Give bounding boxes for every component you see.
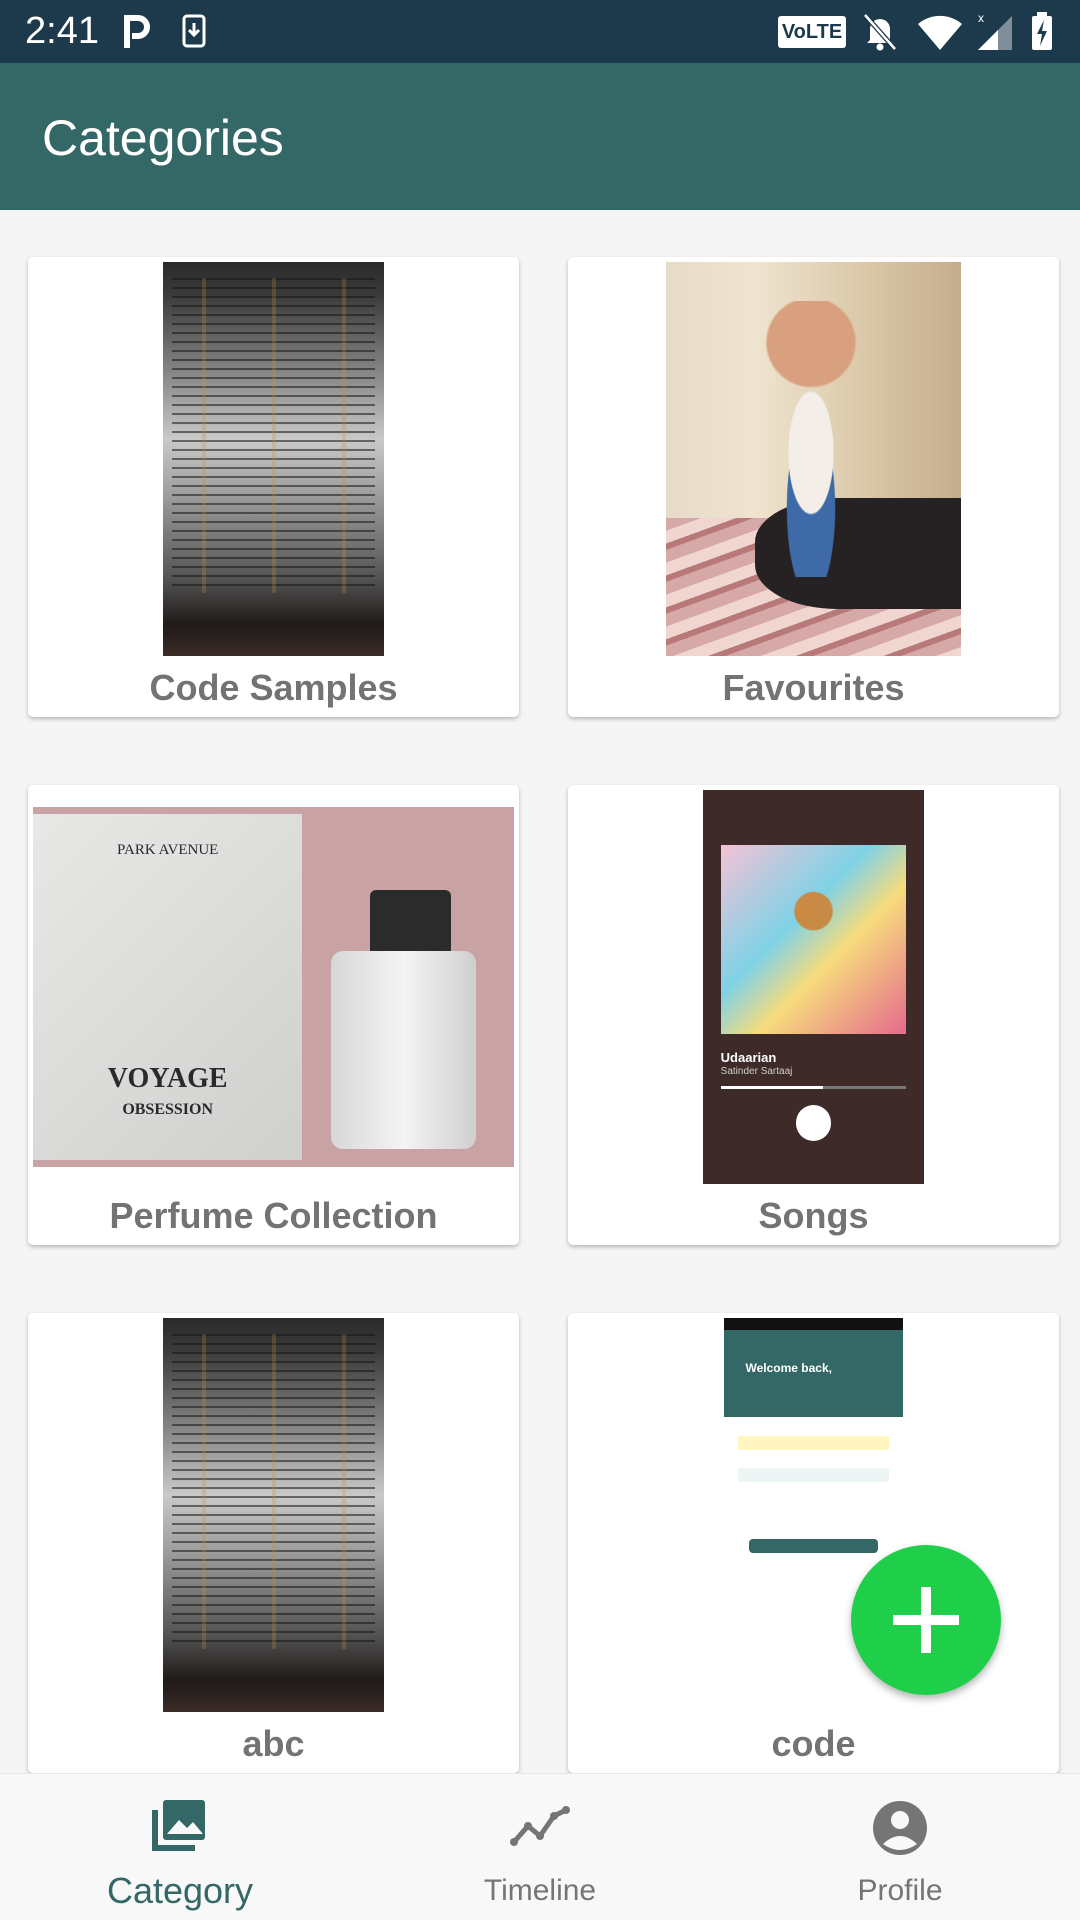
category-label: Perfume Collection [109, 1195, 438, 1236]
app-bar: Categories [0, 63, 1080, 210]
perfume-box-image: PARK AVENUE VOYAGE OBSESSION [33, 814, 303, 1160]
category-thumbnail: PARK AVENUE VOYAGE OBSESSION [33, 807, 514, 1167]
app-screen: 2:41 VoLTE x Categories Code Samples Fav… [0, 0, 1080, 1920]
image-gallery-icon [152, 1800, 205, 1851]
category-card-code[interactable]: Welcome back, code [568, 1313, 1059, 1773]
category-card-code-samples[interactable]: Code Samples [28, 257, 519, 717]
nav-item-category[interactable]: Category [0, 1774, 360, 1920]
login-welcome-text: Welcome back, [745, 1361, 832, 1376]
status-time: 2:41 [25, 10, 99, 52]
svg-text:x: x [978, 11, 984, 25]
category-label: abc [242, 1723, 305, 1764]
volte-label: VoLTE [781, 21, 843, 43]
plus-icon [893, 1587, 959, 1653]
add-category-button[interactable] [851, 1545, 1001, 1695]
category-thumbnail: Udaarian Satinder Sartaaj [703, 790, 924, 1184]
category-label: Code Samples [149, 667, 398, 708]
nav-label-profile: Profile [857, 1874, 943, 1907]
battery-icon [1032, 12, 1052, 50]
nav-label-category: Category [106, 1870, 254, 1911]
account-circle-icon [873, 1801, 927, 1855]
status-bar: 2:41 VoLTE x [0, 0, 1080, 63]
bell-off-icon [863, 13, 897, 51]
perfume-brand: PARK AVENUE [117, 841, 219, 858]
volte-icon: VoLTE [778, 16, 846, 48]
page-title: Categories [42, 110, 284, 166]
baby-image [754, 301, 867, 578]
category-thumbnail [163, 1318, 384, 1712]
album-art-image [720, 845, 907, 1035]
pause-icon [795, 1105, 832, 1141]
timeline-chart-icon [510, 1806, 570, 1846]
parking-icon [124, 15, 150, 48]
category-card-favourites[interactable]: Favourites [568, 257, 1059, 717]
wifi-icon [918, 15, 962, 51]
song-title: Udaarian [720, 1050, 777, 1066]
login-signin-button [749, 1538, 878, 1553]
category-thumbnail [666, 262, 961, 656]
perfume-bottle-image [331, 951, 476, 1149]
perfume-name: VOYAGE [107, 1063, 228, 1094]
download-notification-icon [182, 14, 206, 48]
category-label: code [771, 1723, 856, 1764]
nav-item-profile[interactable]: Profile [720, 1774, 1080, 1920]
nav-label-timeline: Timeline [483, 1874, 597, 1907]
category-card-songs[interactable]: Udaarian Satinder Sartaaj Songs [568, 785, 1059, 1245]
login-password-field [738, 1467, 889, 1482]
category-card-perfume-collection[interactable]: PARK AVENUE VOYAGE OBSESSION Perfume Col… [28, 785, 519, 1245]
category-label: Favourites [722, 667, 905, 708]
seek-bar [720, 1085, 907, 1089]
code-screen-image [171, 1333, 376, 1650]
code-screen-image [171, 277, 376, 594]
login-email-field [738, 1436, 889, 1451]
song-artist: Satinder Sartaaj [720, 1065, 793, 1077]
category-label: Songs [758, 1195, 869, 1236]
bottom-navigation: Category Timeline Profile [0, 1773, 1080, 1920]
nav-item-timeline[interactable]: Timeline [360, 1774, 720, 1920]
signal-icon: x [978, 11, 1012, 50]
category-thumbnail [163, 262, 384, 656]
category-card-abc[interactable]: abc [28, 1313, 519, 1773]
perfume-sub: OBSESSION [122, 1101, 214, 1119]
